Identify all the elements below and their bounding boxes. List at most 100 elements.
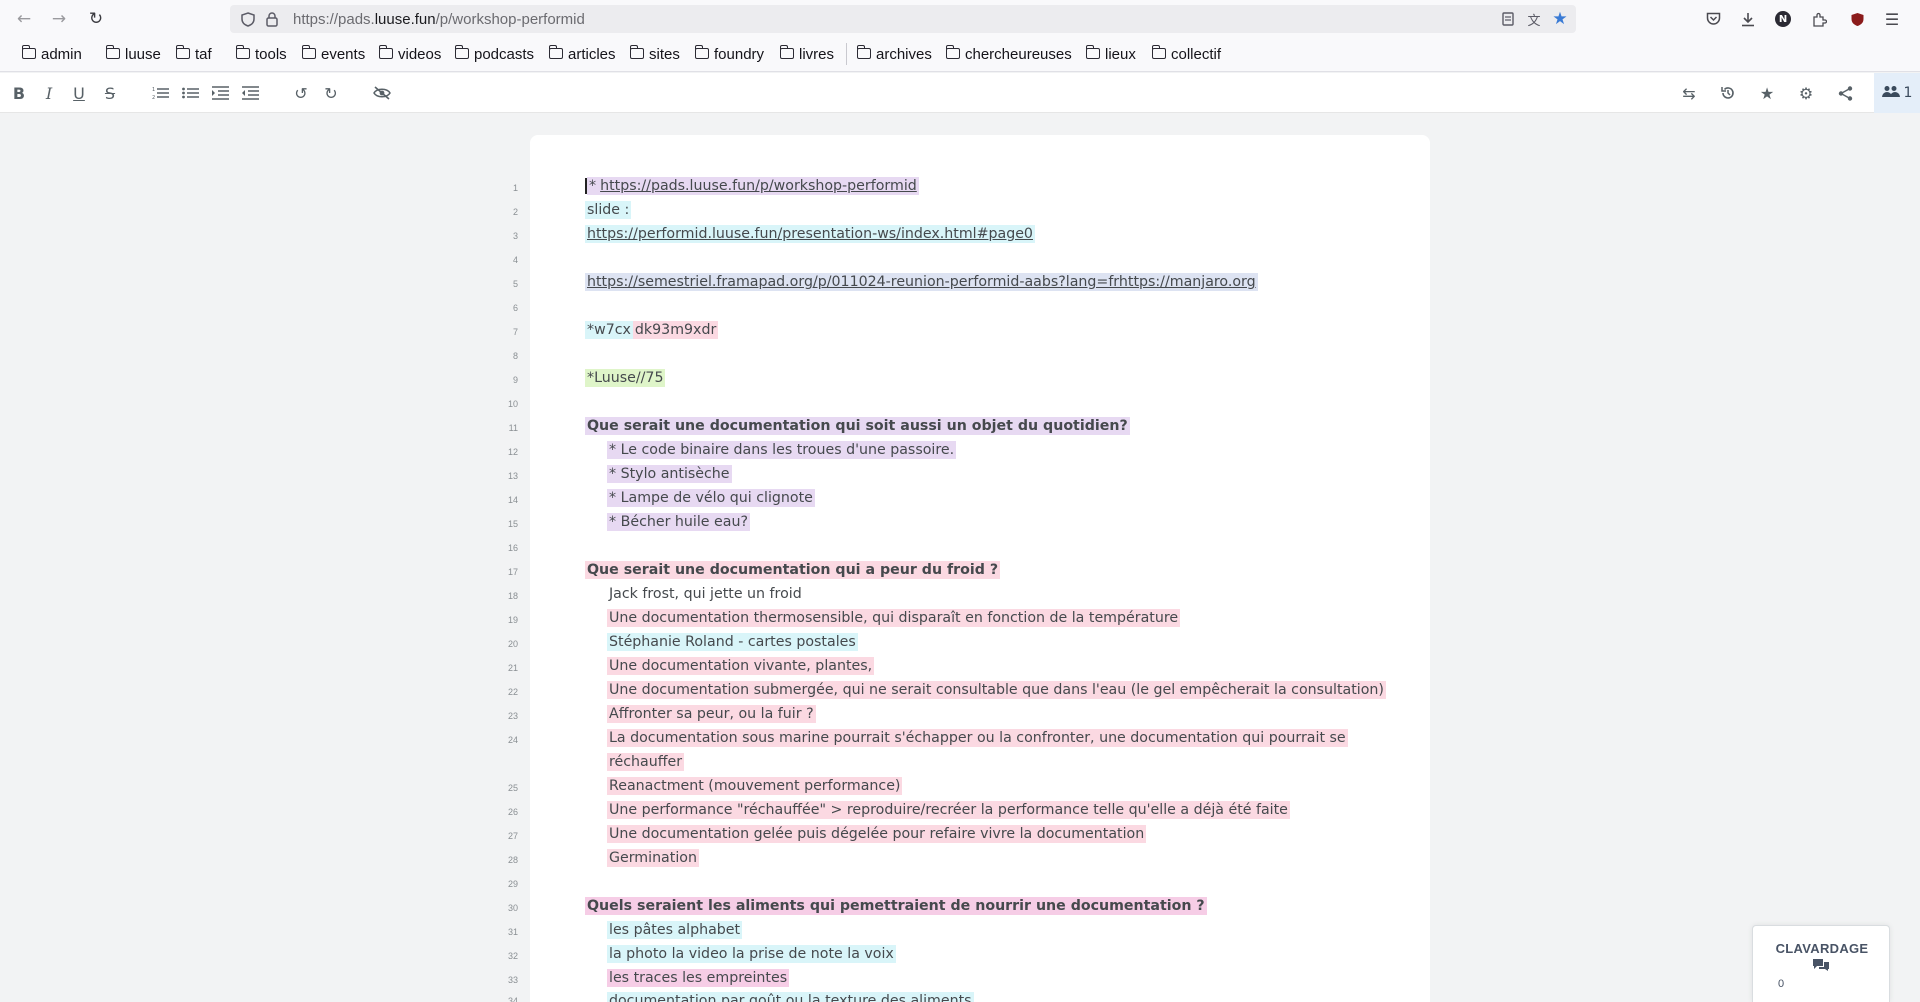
ublock-icon[interactable]: [1846, 8, 1868, 30]
line-text: Germination: [607, 849, 699, 867]
bookmark-label: tools: [255, 46, 287, 63]
import-export-icon[interactable]: ⇆: [1678, 82, 1700, 104]
folder-icon: [1085, 45, 1100, 59]
download-icon[interactable]: [1737, 8, 1759, 30]
pad-line[interactable]: https://performid.luuse.fun/presentation…: [585, 223, 1035, 245]
bookmark-folder-livres[interactable]: livres: [779, 45, 834, 63]
pad-line[interactable]: Une documentation thermosensible, qui di…: [607, 607, 1181, 629]
pad-heading-line[interactable]: Quels seraient les aliments qui pemettra…: [585, 895, 1207, 917]
line-number: 33: [507, 975, 518, 985]
pad-line[interactable]: https://semestriel.framapad.org/p/011024…: [585, 271, 1258, 293]
back-arrow-icon[interactable]: ←: [13, 8, 35, 30]
line-text: la photo la video la prise de note la vo…: [607, 945, 896, 963]
reload-icon[interactable]: ↻: [85, 8, 107, 30]
pad-line[interactable]: Reanactment (mouvement performance): [607, 775, 903, 797]
line-number: 10: [507, 399, 518, 409]
users-button[interactable]: 1: [1874, 73, 1920, 113]
pad-line[interactable]: les traces les empreintes: [607, 967, 790, 989]
pad-line[interactable]: Jack frost, qui jette un froid: [607, 583, 804, 605]
redo-icon[interactable]: ↻: [320, 82, 342, 104]
line-number: 25: [507, 783, 518, 793]
pad-line[interactable]: *w7cx dk93m9xdr: [585, 319, 719, 341]
line-text: documentation par goût ou la texture des…: [607, 992, 974, 1002]
unordered-list-icon[interactable]: [179, 82, 201, 104]
pad-line[interactable]: la photo la video la prise de note la vo…: [607, 943, 896, 965]
pad-line[interactable]: slide :: [585, 199, 632, 221]
bookmark-folder-admin[interactable]: admin: [21, 45, 82, 63]
bookmark-folder-collectif[interactable]: collectif: [1151, 45, 1221, 63]
extensions-icon[interactable]: [1808, 8, 1830, 30]
bookmark-folder-luuse[interactable]: luuse: [105, 45, 161, 63]
lock-icon[interactable]: [262, 9, 282, 29]
italic-icon[interactable]: I: [38, 82, 60, 104]
pad-line[interactable]: * Stylo antisèche: [607, 463, 732, 485]
shield-icon[interactable]: [238, 9, 258, 29]
pocket-icon[interactable]: [1702, 8, 1724, 30]
forward-arrow-icon[interactable]: →: [48, 8, 70, 30]
bookmark-folder-videos[interactable]: videos: [378, 45, 442, 63]
pad-heading-line[interactable]: Que serait une documentation qui a peur …: [585, 559, 1001, 581]
bookmark-label: chercheureuses: [965, 46, 1072, 63]
pad-link[interactable]: https://semestriel.framapad.org/p/011024…: [585, 273, 1258, 291]
pad-line[interactable]: Une performance "réchauffée" > reproduir…: [607, 799, 1290, 821]
chat-box[interactable]: CLAVARDAGE 0: [1752, 925, 1890, 1002]
pad-line[interactable]: *Luuse//75: [585, 367, 666, 389]
undo-icon[interactable]: ↺: [290, 82, 312, 104]
line-number: 19: [507, 615, 518, 625]
url-bar[interactable]: https://pads.luuse.fun/p/workshop-perfor…: [230, 5, 1576, 33]
underline-icon[interactable]: U: [68, 82, 90, 104]
share-icon[interactable]: [1834, 82, 1856, 104]
strikethrough-icon[interactable]: S: [99, 82, 121, 104]
bookmark-folder-articles[interactable]: articles: [548, 45, 616, 63]
pad-line[interactable]: Une documentation vivante, plantes,: [607, 655, 875, 677]
pad-line[interactable]: documentation par goût ou la texture des…: [607, 990, 974, 1002]
line-text: *w7cx: [585, 321, 633, 339]
pad-line[interactable]: Une documentation submergée, qui ne sera…: [607, 679, 1386, 701]
bookmark-folder-events[interactable]: events: [301, 45, 365, 63]
outdent-icon[interactable]: [239, 82, 261, 104]
profile-avatar[interactable]: N: [1772, 8, 1794, 30]
line-number: 11: [508, 423, 518, 433]
bookmark-folder-tools[interactable]: tools: [235, 45, 287, 63]
line-text: * Lampe de vélo qui clignote: [607, 489, 815, 507]
saved-revision-star-icon[interactable]: ★: [1756, 82, 1778, 104]
timeslider-history-icon[interactable]: [1717, 82, 1739, 104]
line-number: 24: [507, 735, 518, 745]
bookmark-folder-foundry[interactable]: foundry: [694, 45, 764, 63]
pad-line[interactable]: Affronter sa peur, ou la fuir ?: [607, 703, 816, 725]
pad-line[interactable]: * https://pads.luuse.fun/p/workshop-perfo…: [585, 175, 919, 197]
pad-link[interactable]: https://performid.luuse.fun/presentation…: [585, 225, 1035, 243]
pad-link[interactable]: https://pads.luuse.fun/p/workshop-perfor…: [598, 177, 919, 195]
pad-line[interactable]: * Lampe de vélo qui clignote: [607, 487, 815, 509]
url-text[interactable]: https://pads.luuse.fun/p/workshop-perfor…: [293, 11, 585, 28]
bookmark-folder-chercheureuses[interactable]: chercheureuses: [945, 45, 1072, 63]
bookmark-folder-lieux[interactable]: lieux: [1085, 45, 1136, 63]
url-prefix: https://pads.: [293, 11, 375, 28]
bookmark-folder-archives[interactable]: archives: [856, 45, 932, 63]
pad-line[interactable]: * Bécher huile eau?: [607, 511, 750, 533]
reader-view-icon[interactable]: [1498, 9, 1518, 29]
bookmark-star-icon[interactable]: ★: [1550, 9, 1570, 29]
hamburger-menu-icon[interactable]: ☰: [1881, 8, 1903, 30]
line-number: 6: [512, 303, 518, 313]
pad-line[interactable]: * Le code binaire dans les troues d'une …: [607, 439, 957, 461]
bold-icon[interactable]: B: [8, 82, 30, 104]
settings-gear-icon[interactable]: ⚙: [1795, 82, 1817, 104]
pad-line[interactable]: Stéphanie Roland - cartes postales: [607, 631, 858, 653]
pad-line[interactable]: La documentation sous marine pourrait s'…: [607, 727, 1348, 749]
pad-line-continuation[interactable]: réchauffer: [607, 751, 685, 773]
pad-line[interactable]: Germination: [607, 847, 699, 869]
bookmark-folder-taf[interactable]: taf: [175, 45, 212, 63]
pad-heading-line[interactable]: Que serait une documentation qui soit au…: [585, 415, 1130, 437]
bookmark-folder-podcasts[interactable]: podcasts: [454, 45, 534, 63]
line-number: 18: [507, 591, 518, 601]
pad-line[interactable]: les pâtes alphabet: [607, 919, 743, 941]
bookmark-label: videos: [398, 46, 442, 63]
pad-line[interactable]: Une documentation gelée puis dégelée pou…: [607, 823, 1147, 845]
translate-icon[interactable]: 文: [1524, 9, 1544, 29]
line-number: 26: [507, 807, 518, 817]
ordered-list-icon[interactable]: 12: [149, 82, 171, 104]
hide-authorship-colors-icon[interactable]: [371, 82, 393, 104]
indent-icon[interactable]: [209, 82, 231, 104]
bookmark-folder-sites[interactable]: sites: [629, 45, 680, 63]
